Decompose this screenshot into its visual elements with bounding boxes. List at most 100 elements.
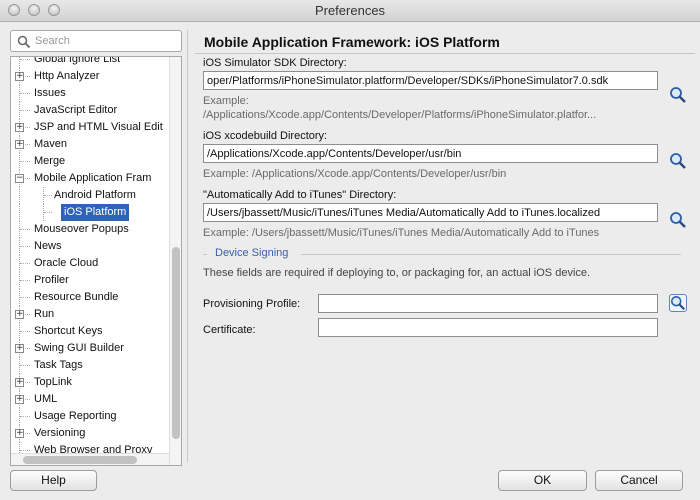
tree-guide-line bbox=[19, 187, 20, 204]
itunes-directory-input[interactable] bbox=[203, 203, 658, 222]
tree-child-item[interactable]: Android Platform bbox=[11, 187, 171, 204]
xcodebuild-browse-magnifier-icon[interactable] bbox=[669, 152, 687, 170]
expand-icon[interactable]: + bbox=[15, 344, 24, 353]
tree-item-label: Oracle Cloud bbox=[34, 257, 99, 269]
xcodebuild-directory-input[interactable] bbox=[203, 144, 658, 163]
tree-item[interactable]: Task Tags bbox=[11, 357, 171, 374]
tree-connector bbox=[20, 161, 30, 162]
expand-icon[interactable]: + bbox=[15, 310, 24, 319]
expand-icon[interactable]: + bbox=[15, 378, 24, 387]
tree-item-label: Issues bbox=[34, 87, 66, 99]
provisioning-profile-label: Provisioning Profile: bbox=[203, 298, 301, 310]
tree-item[interactable]: Global Ignore List bbox=[11, 57, 171, 68]
tree-item-label: JavaScript Editor bbox=[34, 104, 118, 116]
tree-item[interactable]: Merge bbox=[11, 153, 171, 170]
vertical-scroll-thumb[interactable] bbox=[172, 247, 180, 439]
tree-item[interactable]: + TopLink bbox=[11, 374, 171, 391]
tree-connector bbox=[20, 59, 30, 60]
tree-item[interactable]: Mouseover Popups bbox=[11, 221, 171, 238]
tree-item[interactable]: Oracle Cloud bbox=[11, 255, 171, 272]
tree-item[interactable]: + JSP and HTML Visual Edit bbox=[11, 119, 171, 136]
tree-item-label: Task Tags bbox=[34, 359, 83, 371]
tree-item-label: Usage Reporting bbox=[34, 410, 117, 422]
tree-item-label: Versioning bbox=[34, 427, 86, 439]
tree-item-label: Shortcut Keys bbox=[34, 325, 103, 337]
tree-item[interactable]: + Run bbox=[11, 306, 171, 323]
page-title: Mobile Application Framework: iOS Platfo… bbox=[204, 34, 500, 50]
tree-item[interactable]: Resource Bundle bbox=[11, 289, 171, 306]
tree-connector bbox=[20, 229, 30, 230]
device-signing-description: These fields are required if deploying t… bbox=[203, 267, 591, 279]
provisioning-profile-input[interactable] bbox=[318, 294, 658, 313]
tree-connector bbox=[20, 416, 30, 417]
expand-icon[interactable]: + bbox=[15, 395, 24, 404]
tree-item-label: News bbox=[34, 240, 62, 252]
itunes-directory-label: "Automatically Add to iTunes" Directory: bbox=[203, 189, 397, 201]
tree-item-label: UML bbox=[34, 393, 58, 405]
tree-items: Global Ignore List + Http Analyzer Issues Ja… bbox=[11, 57, 171, 459]
help-button[interactable]: Help bbox=[10, 470, 97, 491]
tree-item-label: Run bbox=[34, 308, 55, 320]
expand-icon[interactable]: + bbox=[15, 72, 24, 81]
tree-child-item[interactable]: iOS Platform bbox=[11, 204, 171, 221]
sdk-browse-magnifier-icon[interactable] bbox=[669, 86, 687, 104]
tree-connector bbox=[20, 365, 30, 366]
tree-item[interactable]: + Http Analyzer bbox=[11, 68, 171, 85]
tree-guide-line bbox=[19, 57, 20, 68]
tree-item[interactable]: Issues bbox=[11, 85, 171, 102]
tree-connector bbox=[20, 280, 30, 281]
left-panel: Global Ignore List + Http Analyzer Issues Ja… bbox=[10, 30, 182, 466]
tree-item-label: Mouseover Popups bbox=[34, 223, 129, 235]
expand-icon[interactable]: + bbox=[15, 140, 24, 149]
tree-connector bbox=[20, 331, 30, 332]
preferences-tree[interactable]: Global Ignore List + Http Analyzer Issues Ja… bbox=[10, 56, 182, 466]
search-input[interactable] bbox=[35, 33, 175, 49]
tree-item[interactable]: + Versioning bbox=[11, 425, 171, 442]
tree-item[interactable]: − Mobile Application Fram bbox=[11, 170, 171, 187]
settings-panel: Mobile Application Framework: iOS Platfo… bbox=[195, 30, 695, 462]
tree-guide-line bbox=[19, 204, 20, 221]
tree-child-connector bbox=[44, 212, 52, 213]
expand-icon[interactable]: + bbox=[15, 123, 24, 132]
tree-item[interactable]: JavaScript Editor bbox=[11, 102, 171, 119]
tree-item[interactable]: + Swing GUI Builder bbox=[11, 340, 171, 357]
sdk-directory-input[interactable] bbox=[203, 71, 658, 90]
device-signing-heading: Device Signing bbox=[215, 247, 289, 259]
certificate-input[interactable] bbox=[318, 318, 658, 337]
tree-item-label: Profiler bbox=[34, 274, 69, 286]
tree-horizontal-scrollbar[interactable] bbox=[11, 453, 169, 465]
tree-item[interactable]: Shortcut Keys bbox=[11, 323, 171, 340]
tree-item[interactable]: Usage Reporting bbox=[11, 408, 171, 425]
tree-item-label: Http Analyzer bbox=[34, 70, 100, 82]
expand-icon[interactable]: + bbox=[15, 429, 24, 438]
search-box[interactable] bbox=[10, 30, 182, 52]
title-separator bbox=[195, 53, 695, 54]
horizontal-scroll-thumb[interactable] bbox=[23, 456, 137, 464]
xcodebuild-directory-label: iOS xcodebuild Directory: bbox=[203, 130, 328, 142]
itunes-example-text: Example: /Users/jbassett/Music/iTunes/iT… bbox=[203, 227, 600, 239]
tree-item[interactable]: + Maven bbox=[11, 136, 171, 153]
tree-connector bbox=[20, 450, 30, 451]
title-bar: Preferences bbox=[0, 0, 700, 22]
tree-item-label: Swing GUI Builder bbox=[34, 342, 124, 354]
itunes-browse-magnifier-icon[interactable] bbox=[669, 211, 687, 229]
tree-connector bbox=[20, 263, 30, 264]
profile-browse-magnifier-icon[interactable] bbox=[669, 294, 687, 312]
tree-connector bbox=[20, 110, 30, 111]
tree-item-label: Mobile Application Fram bbox=[34, 172, 152, 184]
cancel-button[interactable]: Cancel bbox=[595, 470, 683, 491]
sdk-example-text: /Applications/Xcode.app/Contents/Develop… bbox=[203, 109, 597, 121]
tree-item[interactable]: Profiler bbox=[11, 272, 171, 289]
search-icon bbox=[17, 35, 31, 49]
panel-divider[interactable] bbox=[187, 30, 188, 462]
tree-connector bbox=[20, 93, 30, 94]
tree-item-label: Maven bbox=[34, 138, 68, 150]
tree-item[interactable]: News bbox=[11, 238, 171, 255]
window-title: Preferences bbox=[314, 3, 386, 18]
section-rule-left bbox=[203, 254, 207, 255]
tree-connector bbox=[20, 297, 30, 298]
tree-vertical-scrollbar[interactable] bbox=[169, 57, 181, 465]
ok-button[interactable]: OK bbox=[498, 470, 587, 491]
collapse-icon[interactable]: − bbox=[15, 174, 24, 183]
tree-item[interactable]: + UML bbox=[11, 391, 171, 408]
